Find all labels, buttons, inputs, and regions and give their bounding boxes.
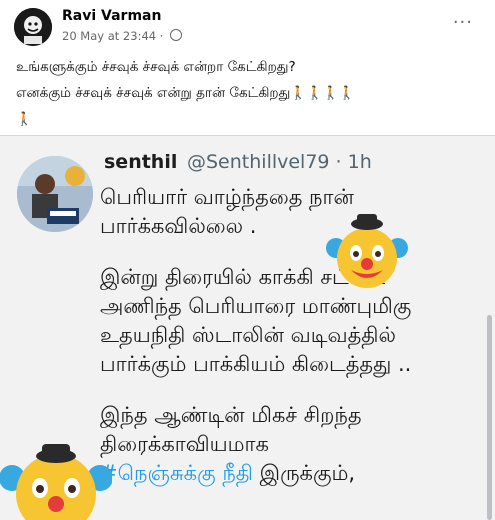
author-avatar[interactable] [14, 8, 52, 46]
clown-face-icon [0, 444, 112, 520]
tweet-line: அணிந்த பெரியாரை மாண்புமிகு [100, 294, 412, 318]
tweet-line: பார்க்கவில்லை . [100, 214, 257, 238]
post-line-2: எனக்கும் ச்சவுக் ச்சவுக் என்று தான் கேட்… [16, 85, 356, 101]
tweet-avatar [17, 156, 93, 232]
post-text: உங்களுக்கும் ச்சவுக் ச்சவுக் என்றா கேட்க… [16, 54, 486, 133]
walking-person-icon: 🚶 [16, 112, 33, 127]
tweet-screenshot-image[interactable]: senthil @Senthillvel79 · 1h பெரியார் வாழ… [0, 136, 495, 520]
scrollbar[interactable] [487, 315, 492, 520]
tweet-line: பெரியார் வாழ்ந்ததை நான் [100, 185, 354, 209]
post-timestamp[interactable]: 20 May at 23:44 [62, 29, 156, 43]
meta-separator: · [159, 29, 164, 43]
tweet-line-hashtag: #நெஞ்சுக்கு நீதி இருக்கும், [100, 461, 356, 485]
tweet-body: பெரியார் வாழ்ந்ததை நான் பார்க்கவில்லை . … [100, 183, 485, 488]
tweet-line: திரைக்காவியமாக [100, 432, 269, 456]
post-meta: 20 May at 23:44 · [62, 29, 183, 43]
tweet-line: பார்க்கும் பாக்கியம் கிடைத்தது .. [100, 352, 412, 376]
clown-face-icon [326, 214, 408, 288]
tweet-line: இந்த ஆண்டின் மிகச் சிறந்த [100, 403, 362, 427]
post-line-1: உங்களுக்கும் ச்சவுக் ச்சவுக் என்றா கேட்க… [16, 59, 296, 75]
hashtag-link: #நெஞ்சுக்கு நீதி [100, 461, 253, 485]
tweet-line: இன்று திரையில் காக்கி சட்டை [100, 265, 386, 289]
more-options-button[interactable]: ··· [453, 12, 473, 33]
tweet-line: உதயநிதி ஸ்டாலின் வடிவத்தில் [100, 323, 396, 347]
post-header: Ravi Varman 20 May at 23:44 · ··· [0, 0, 495, 50]
tweet-handle: @Senthillvel79 · 1h [187, 151, 372, 173]
globe-icon [170, 29, 183, 41]
author-name[interactable]: Ravi Varman [62, 8, 161, 24]
tweet-author-name: senthil [104, 151, 178, 173]
walking-person-icons: 🚶🚶🚶🚶 [290, 86, 356, 101]
